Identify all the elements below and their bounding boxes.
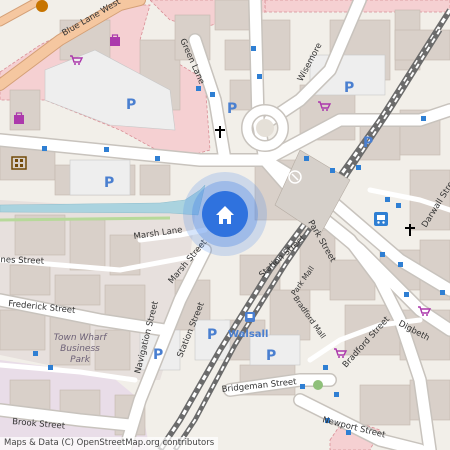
home-marker-icon[interactable] <box>183 172 267 256</box>
map-svg: Blue Lane West Green Lane Wisemore Marsh… <box>0 0 450 450</box>
bus-station-icon <box>374 212 388 226</box>
towpath <box>0 216 171 222</box>
label-park: Park <box>70 355 91 365</box>
parking-icon: P <box>227 101 237 117</box>
fast-food-icon <box>36 0 48 12</box>
parking-icon: P <box>126 97 136 113</box>
label-ines-street: ines Street <box>0 255 45 267</box>
label-walsall-station: Walsall <box>228 329 268 340</box>
train-station-icon <box>245 312 255 322</box>
map-attribution: Maps & Data (C) OpenStreetMap.org contri… <box>0 437 219 450</box>
parking-icon: P <box>153 347 163 363</box>
tree-icon <box>313 380 323 390</box>
parking-icon: P <box>266 348 276 364</box>
parking-icon: P <box>207 327 217 343</box>
map-canvas[interactable]: Blue Lane West Green Lane Wisemore Marsh… <box>0 0 450 450</box>
parking-icon: P <box>104 175 114 191</box>
parking-icon: P <box>344 80 354 96</box>
parking-icon: P <box>363 135 373 151</box>
label-business: Business <box>60 344 100 354</box>
label-town-wharf: Town Wharf <box>54 333 109 343</box>
